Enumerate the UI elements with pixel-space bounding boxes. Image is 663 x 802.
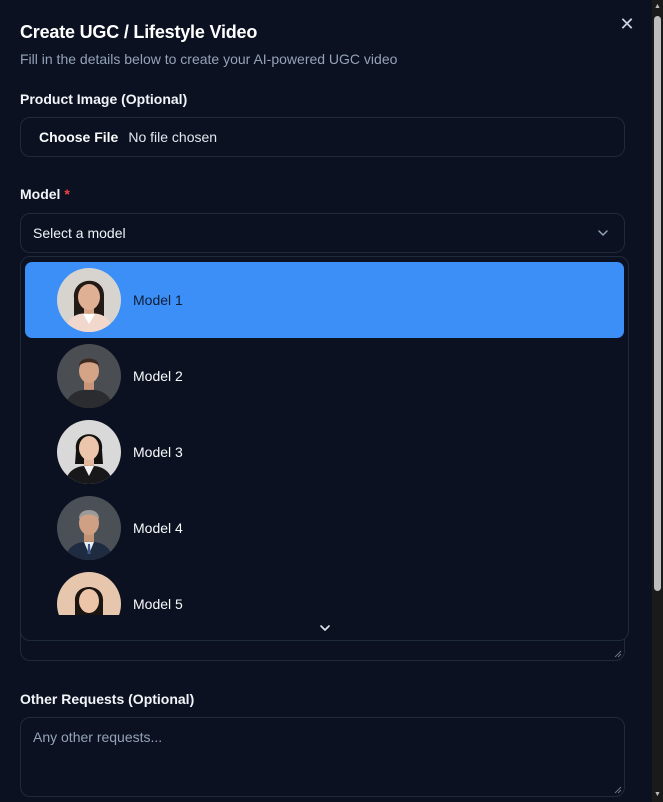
model-option-3[interactable]: Model 3 (25, 414, 624, 490)
model-5-avatar (57, 572, 121, 615)
model-4-avatar (57, 496, 121, 560)
model-option-label: Model 3 (133, 444, 183, 460)
model-2-avatar (57, 344, 121, 408)
model-3-avatar (57, 420, 121, 484)
model-select-value: Select a model (33, 225, 126, 241)
dialog-title: Create UGC / Lifestyle Video (20, 22, 258, 42)
model-label-text: Model (20, 186, 61, 202)
create-ugc-dialog: ✕ Create UGC / Lifestyle Video Fill in t… (0, 0, 653, 802)
other-requests-placeholder: Any other requests... (33, 729, 163, 745)
scrollbar-thumb[interactable] (654, 16, 661, 591)
chevron-down-icon (598, 230, 608, 236)
scroll-up-arrow-icon[interactable]: ▲ (654, 2, 661, 12)
model-option-5[interactable]: Model 5 (25, 566, 624, 615)
resize-handle-icon[interactable] (614, 650, 622, 658)
model-option-4[interactable]: Model 4 (25, 490, 624, 566)
model-select[interactable]: Select a model (20, 213, 625, 253)
choose-file-button[interactable]: Choose File (39, 129, 118, 145)
model-option-label: Model 4 (133, 520, 183, 536)
model-option-label: Model 5 (133, 596, 183, 612)
product-image-file-input[interactable]: Choose File No file chosen (20, 117, 625, 157)
model-option-label: Model 2 (133, 368, 183, 384)
model-1-avatar (57, 268, 121, 332)
scroll-down-arrow-icon[interactable]: ▼ (654, 790, 661, 800)
required-mark: * (64, 186, 70, 202)
model-dropdown: Model 1 Model 2 Model 3 Model 4 Model 5 (20, 256, 629, 641)
model-label: Model * (20, 186, 70, 202)
close-icon[interactable]: ✕ (619, 15, 635, 33)
resize-handle-icon[interactable] (614, 786, 622, 794)
model-options-list: Model 1 Model 2 Model 3 Model 4 Model 5 (21, 257, 628, 615)
model-option-2[interactable]: Model 2 (25, 338, 624, 414)
file-status-text: No file chosen (128, 129, 218, 145)
product-image-label: Product Image (Optional) (20, 91, 188, 107)
dialog-subtitle: Fill in the details below to create your… (20, 51, 398, 67)
scrollbar[interactable]: ▲ ▼ (652, 0, 663, 802)
model-option-1[interactable]: Model 1 (25, 262, 624, 338)
other-requests-textarea[interactable]: Any other requests... (20, 717, 625, 797)
chevron-down-icon[interactable] (318, 621, 332, 635)
model-option-label: Model 1 (133, 292, 183, 308)
other-requests-label: Other Requests (Optional) (20, 691, 195, 707)
